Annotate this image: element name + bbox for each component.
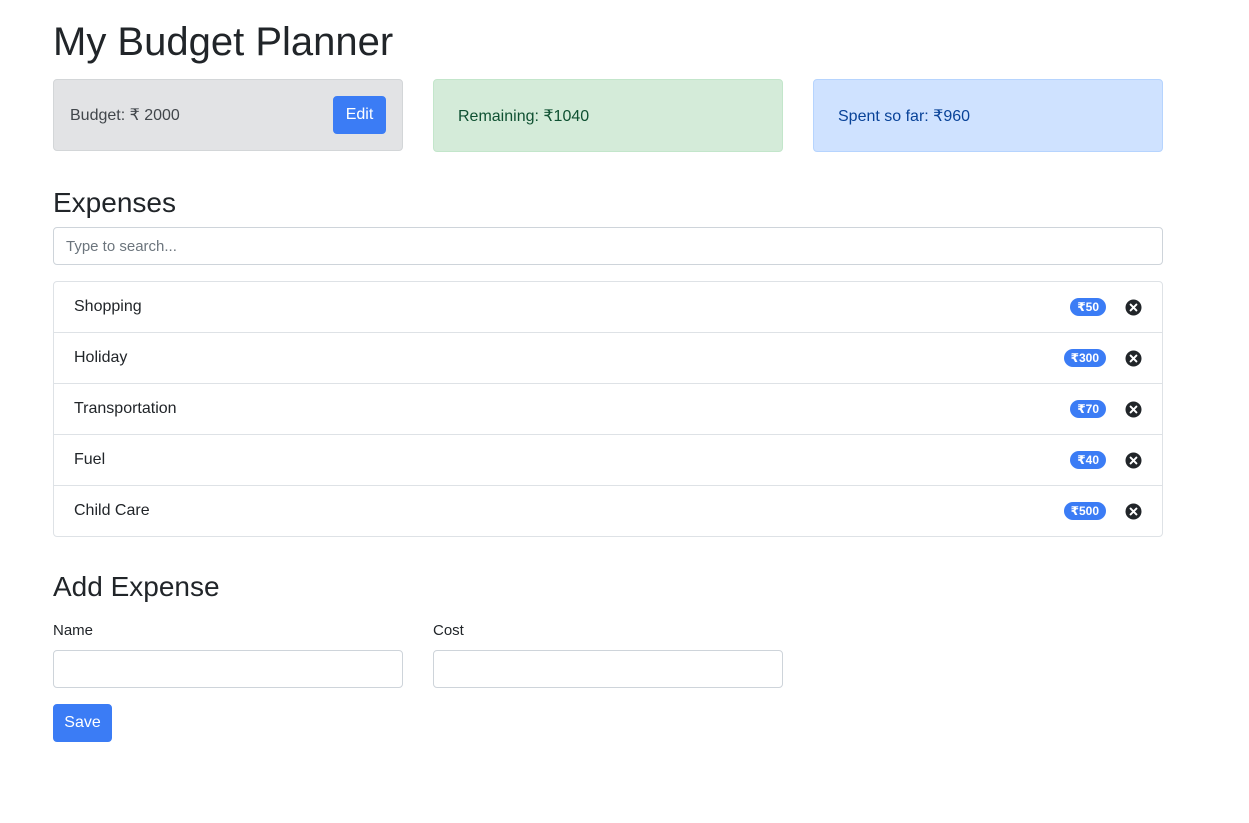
spent-card: Spent so far: ₹960 [813, 79, 1163, 152]
name-field[interactable] [53, 650, 403, 688]
remaining-text: Remaining: ₹1040 [458, 107, 590, 125]
cost-badge: ₹300 [1063, 349, 1106, 367]
list-item: Holiday ₹300 [54, 333, 1162, 384]
expense-name: Holiday [74, 349, 128, 366]
add-expense-heading: Add Expense [53, 571, 220, 602]
save-button[interactable]: Save [53, 704, 112, 742]
cost-label: Cost [433, 622, 464, 639]
list-item: Transportation ₹70 [54, 384, 1162, 435]
remaining-card: Remaining: ₹1040 [433, 79, 783, 152]
close-circle-icon[interactable] [1125, 350, 1142, 367]
cost-badge: ₹70 [1070, 400, 1106, 418]
cost-field[interactable] [433, 650, 783, 688]
page-title: My Budget Planner [53, 20, 394, 64]
expense-name: Fuel [74, 451, 106, 468]
close-circle-icon[interactable] [1125, 503, 1142, 520]
cost-badge: ₹40 [1070, 451, 1106, 469]
expense-name: Child Care [74, 502, 150, 519]
expenses-heading: Expenses [53, 187, 176, 218]
name-label: Name [53, 622, 94, 639]
cost-badge: ₹50 [1070, 298, 1106, 316]
budget-card: Budget: ₹ 2000 Edit [53, 79, 403, 151]
list-item: Fuel ₹40 [54, 435, 1162, 486]
spent-text: Spent so far: ₹960 [838, 107, 971, 125]
list-item: Child Care ₹500 [54, 486, 1162, 536]
close-circle-icon[interactable] [1125, 401, 1142, 418]
cost-badge: ₹500 [1063, 502, 1106, 520]
expense-list: Shopping ₹50 Holiday ₹300 Transportation… [53, 281, 1163, 537]
expense-name: Shopping [74, 298, 142, 315]
close-circle-icon[interactable] [1125, 299, 1142, 316]
edit-budget-button[interactable]: Edit [333, 96, 386, 134]
budget-text: Budget: ₹ 2000 [70, 107, 180, 124]
search-input[interactable] [53, 227, 1163, 265]
close-circle-icon[interactable] [1125, 452, 1142, 469]
expense-name: Transportation [74, 400, 177, 417]
list-item: Shopping ₹50 [54, 282, 1162, 333]
